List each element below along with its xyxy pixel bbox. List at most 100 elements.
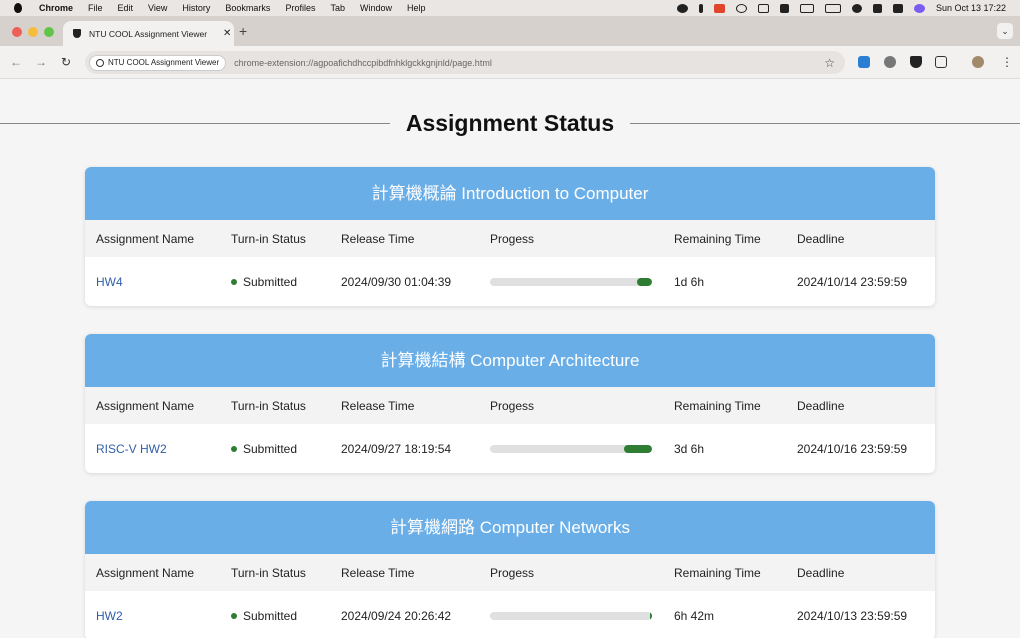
window-minimize-icon[interactable] [28, 27, 38, 37]
menu-profiles[interactable]: Profiles [285, 3, 315, 13]
table-row: HW4 Submitted 2024/09/30 01:04:39 1d 6h 2024… [85, 257, 935, 306]
macos-menu-bar: Chrome File Edit View History Bookmarks … [0, 0, 1020, 16]
turn-in-status: Submitted [231, 591, 297, 638]
page-content: Assignment Status 計算機概論 Introduction to … [0, 80, 1020, 638]
window-zoom-icon[interactable] [44, 27, 54, 37]
column-header: Turn-in Status [231, 398, 306, 413]
menu-bar-clock[interactable]: Sun Oct 13 17:22 [936, 3, 1006, 13]
profile-avatar[interactable] [972, 56, 984, 68]
turn-in-status: Submitted [231, 257, 297, 306]
progress-bar-fill [624, 444, 652, 453]
course-card: 計算機結構 Computer Architecture Assignment Na… [85, 334, 935, 473]
forward-arrow-icon[interactable]: → [35, 55, 47, 69]
table-header-row: Assignment Name Turn-in Status Release Tim… [85, 387, 935, 424]
table-row: HW2 Submitted 2024/09/24 20:26:42 6h 42m 202… [85, 591, 935, 638]
progress-cell [490, 591, 652, 638]
status-text: Submitted [243, 274, 298, 289]
progress-cell [490, 257, 652, 306]
column-header: Turn-in Status [231, 231, 306, 246]
column-header: Release Time [341, 398, 415, 413]
browser-tab-strip: NTU COOL Assignment Viewer ✕ + ⌄ [0, 16, 1020, 46]
site-info-chip[interactable]: NTU COOL Assignment Viewer [89, 54, 227, 71]
assignment-link[interactable]: HW4 [96, 257, 123, 306]
column-header: Deadline [797, 398, 845, 413]
url-text[interactable]: chrome-extension://agpoafichdhccpibdfnhk… [234, 58, 492, 68]
apple-logo-icon[interactable] [14, 3, 22, 13]
status-dot-icon [231, 612, 237, 619]
column-header: Release Time [341, 565, 415, 580]
remaining-time: 1d 6h [674, 274, 705, 289]
wifi-icon[interactable] [851, 3, 862, 13]
course-title: 計算機結構 Computer Architecture [85, 334, 935, 387]
course-title: 計算機網路 Computer Networks [85, 501, 935, 554]
tab-close-icon[interactable]: ✕ [223, 28, 231, 39]
column-header: Progess [490, 565, 535, 580]
target-icon[interactable] [735, 3, 747, 13]
bookmark-star-icon[interactable]: ☆ [824, 56, 835, 70]
browser-tab[interactable]: NTU COOL Assignment Viewer ✕ [63, 21, 234, 46]
assignment-link[interactable]: HW2 [96, 591, 123, 638]
status-dot-icon [231, 278, 237, 285]
progress-bar [490, 444, 652, 453]
siri-icon[interactable] [913, 3, 925, 13]
extension-origin-icon [96, 58, 104, 67]
tab-favicon-icon [73, 29, 81, 38]
browser-toolbar: ← → ↻ NTU COOL Assignment Viewer chrome-… [0, 46, 1020, 79]
release-time: 2024/09/30 01:04:39 [341, 274, 452, 289]
menu-bookmarks[interactable]: Bookmarks [225, 3, 270, 13]
reload-icon[interactable]: ↻ [61, 55, 71, 69]
assignment-link[interactable]: RISC-V HW2 [96, 424, 167, 473]
table-row: RISC-V HW2 Submitted 2024/09/27 18:19:54 3d… [85, 424, 935, 473]
column-header: Remaining Time [674, 398, 761, 413]
menu-chrome[interactable]: Chrome [39, 3, 73, 13]
progress-bar [490, 611, 652, 620]
menu-window[interactable]: Window [360, 3, 392, 13]
browser-menu-icon[interactable]: ⋮ [1001, 55, 1013, 69]
site-info-chip-label: NTU COOL Assignment Viewer [108, 58, 220, 67]
progress-bar [490, 277, 652, 286]
menu-help[interactable]: Help [407, 3, 426, 13]
spotlight-search-icon[interactable] [872, 3, 882, 13]
window-close-icon[interactable] [12, 27, 22, 37]
column-header: Deadline [797, 565, 845, 580]
column-header: Progess [490, 231, 535, 246]
column-header: Progess [490, 398, 535, 413]
input-source-icon[interactable] [799, 3, 814, 13]
column-header: Remaining Time [674, 565, 761, 580]
battery-icon[interactable] [824, 3, 841, 13]
status-circle-icon[interactable] [676, 3, 688, 13]
course-card: 計算機網路 Computer Networks Assignment Name Tu… [85, 501, 935, 638]
remaining-time: 6h 42m [674, 608, 715, 623]
status-text: Submitted [243, 441, 298, 456]
new-tab-icon[interactable]: + [239, 23, 247, 39]
menu-view[interactable]: View [148, 3, 167, 13]
upload-arrow-icon[interactable] [698, 3, 703, 13]
extensions-puzzle-icon[interactable] [935, 56, 947, 68]
menu-tab[interactable]: Tab [330, 3, 345, 13]
display-icon[interactable] [757, 3, 769, 13]
tab-search-chevron-icon[interactable]: ⌄ [997, 23, 1013, 39]
progress-cell [490, 424, 652, 473]
deadline: 2024/10/16 23:59:59 [797, 441, 908, 456]
column-header: Deadline [797, 231, 845, 246]
volume-icon[interactable] [779, 3, 789, 13]
tab-title: NTU COOL Assignment Viewer [89, 28, 208, 39]
page-title-wrap: Assignment Status [0, 110, 1020, 137]
address-bar[interactable]: NTU COOL Assignment Viewer chrome-extens… [85, 51, 845, 74]
back-arrow-icon[interactable]: ← [10, 55, 22, 69]
control-center-icon[interactable] [892, 3, 903, 13]
release-time: 2024/09/27 18:19:54 [341, 441, 452, 456]
menu-file[interactable]: File [88, 3, 103, 13]
column-header: Release Time [341, 231, 415, 246]
app-status-icon[interactable] [713, 3, 725, 13]
extension-ntu-cool-icon[interactable] [910, 56, 922, 68]
menu-history[interactable]: History [182, 3, 210, 13]
deadline: 2024/10/13 23:59:59 [797, 608, 908, 623]
extension-s-icon[interactable] [858, 56, 870, 68]
course-title: 計算機概論 Introduction to Computer [85, 167, 935, 220]
column-header: Turn-in Status [231, 565, 306, 580]
column-header: Assignment Name [96, 398, 195, 413]
menu-edit[interactable]: Edit [118, 3, 134, 13]
remaining-time: 3d 6h [674, 441, 705, 456]
extension-shield-icon[interactable] [884, 56, 896, 68]
